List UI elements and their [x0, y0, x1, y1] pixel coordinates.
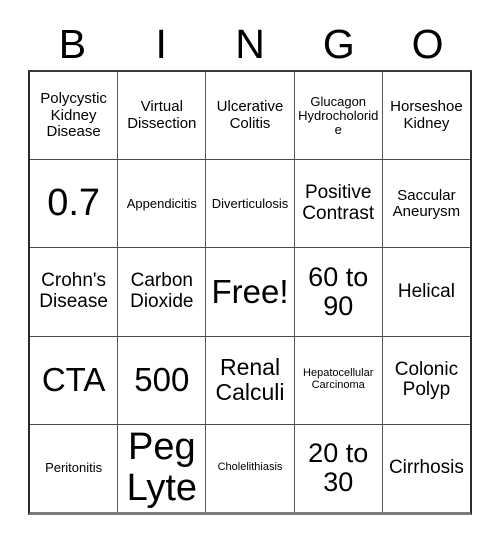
bingo-cell-label: Crohn's Disease — [39, 270, 108, 312]
bingo-cell[interactable]: Carbon Dioxide — [118, 248, 207, 336]
header-letter-n: N — [235, 20, 265, 67]
bingo-cell-label: Carbon Dioxide — [130, 270, 194, 312]
bingo-cell-label: Saccular Aneurysm — [392, 186, 461, 220]
bingo-cell[interactable]: Peritonitis — [30, 424, 119, 513]
bingo-cell-label: 0.7 — [47, 182, 101, 225]
bingo-cell-label: CTA — [41, 361, 106, 399]
bingo-cell-label: Virtual Dissection — [127, 98, 197, 132]
bingo-cell[interactable]: Hepatocellular Carcinoma — [294, 336, 383, 424]
bingo-cell[interactable]: 0.7 — [30, 160, 119, 248]
bingo-cell-label: Polycystic Kidney Disease — [40, 90, 107, 140]
bingo-cell-label: Cholelithiasis — [217, 461, 283, 474]
bingo-cell[interactable]: Appendicitis — [118, 160, 207, 248]
bingo-header-row: B I N G O — [28, 18, 472, 70]
bingo-card: B I N G O Polycystic Kidney Disease Virt… — [0, 0, 500, 544]
bingo-cell-label: Renal Calculi — [215, 354, 285, 406]
bingo-cell-label: 20 to 30 — [308, 438, 369, 498]
bingo-cell-label: Ulcerative Colitis — [216, 98, 284, 132]
bingo-row: Polycystic Kidney Disease Virtual Dissec… — [30, 72, 471, 161]
bingo-row: 0.7 Appendicitis Diverticulosis Positive… — [30, 160, 471, 249]
bingo-cell[interactable]: Ulcerative Colitis — [206, 72, 295, 160]
bingo-cell-label: Free! — [211, 273, 289, 311]
bingo-cell-label: Horseshoe Kidney — [390, 98, 463, 132]
header-letter-o: O — [411, 20, 444, 67]
bingo-cell-label: Helical — [397, 280, 455, 302]
bingo-cell[interactable]: Crohn's Disease — [30, 248, 119, 336]
bingo-cell[interactable]: Cholelithiasis — [206, 424, 295, 513]
bingo-cell-label: 60 to 90 — [308, 261, 369, 321]
bingo-cell-label: Diverticulosis — [211, 195, 289, 211]
bingo-cell-label: Peg Lyte — [126, 426, 198, 510]
bingo-cell-label: Cirrhosis — [388, 457, 464, 479]
bingo-row: CTA 500 Renal Calculi Hepatocellular Car… — [30, 336, 471, 425]
bingo-cell-label: 500 — [134, 361, 190, 399]
bingo-cell[interactable]: Peg Lyte — [118, 424, 207, 513]
bingo-cell-label: Appendicitis — [126, 195, 197, 211]
bingo-cell[interactable]: Horseshoe Kidney — [382, 72, 471, 160]
bingo-cell[interactable]: Diverticulosis — [206, 160, 295, 248]
bingo-row: Crohn's Disease Carbon Dioxide Free! 60 … — [30, 248, 471, 337]
bingo-cell-free[interactable]: Free! — [206, 248, 295, 336]
bingo-cell[interactable]: Virtual Dissection — [118, 72, 207, 160]
bingo-row: Peritonitis Peg Lyte Cholelithiasis 20 t… — [30, 424, 471, 513]
bingo-cell[interactable]: Positive Contrast — [294, 160, 383, 248]
bingo-cell[interactable]: Cirrhosis — [382, 424, 471, 513]
bingo-cell[interactable]: 20 to 30 — [294, 424, 383, 513]
bingo-grid: Polycystic Kidney Disease Virtual Dissec… — [28, 70, 472, 515]
bingo-cell[interactable]: Saccular Aneurysm — [382, 160, 471, 248]
bingo-cell[interactable]: Polycystic Kidney Disease — [30, 72, 119, 160]
bingo-cell-label: Peritonitis — [45, 460, 103, 476]
bingo-cell[interactable]: Colonic Polyp — [382, 336, 471, 424]
header-letter-b: B — [58, 20, 87, 67]
bingo-cell-label: Hepatocellular Carcinoma — [303, 367, 374, 392]
bingo-cell-label: Colonic Polyp — [394, 358, 459, 401]
bingo-cell[interactable]: 60 to 90 — [294, 248, 383, 336]
bingo-cell[interactable]: Renal Calculi — [206, 336, 295, 424]
bingo-cell[interactable]: CTA — [30, 336, 119, 424]
bingo-cell[interactable]: Helical — [382, 248, 471, 336]
header-letter-i: I — [155, 20, 167, 67]
header-letter-g: G — [322, 20, 355, 67]
bingo-cell-label: Positive Contrast — [302, 182, 375, 224]
bingo-cell-label: Glucagon Hydrocholoride — [298, 93, 379, 137]
bingo-cell[interactable]: 500 — [118, 336, 207, 424]
bingo-cell[interactable]: Glucagon Hydrocholoride — [294, 72, 383, 160]
